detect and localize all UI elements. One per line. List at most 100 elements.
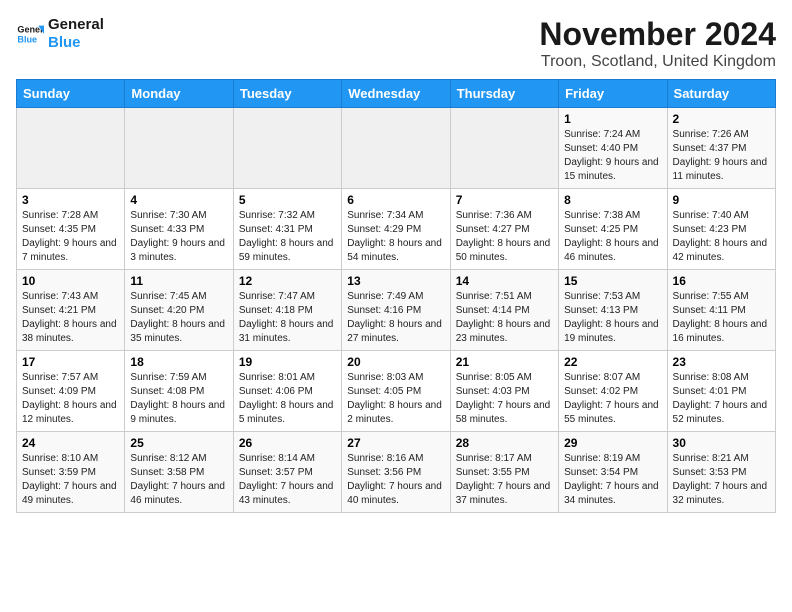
day-number: 21: [456, 355, 553, 369]
week-row-1: 1Sunrise: 7:24 AMSunset: 4:40 PMDaylight…: [17, 108, 776, 189]
day-cell: 4 Sunrise: 7:30 AMSunset: 4:33 PMDaylight…: [125, 189, 233, 270]
week-row-3: 10 Sunrise: 7:43 AMSunset: 4:21 PMDayligh…: [17, 270, 776, 351]
day-cell: 12 Sunrise: 7:47 AMSunset: 4:18 PMDayligh…: [233, 270, 341, 351]
weekday-header-monday: Monday: [125, 80, 233, 108]
day-number: 27: [347, 436, 444, 450]
day-info: Sunrise: 7:51 AMSunset: 4:14 PMDaylight:…: [456, 290, 553, 346]
day-info: Sunrise: 7:26 AMSunset: 4:37 PMDaylight:…: [673, 128, 770, 184]
day-cell: 24Sunrise: 8:10 AMSunset: 3:59 PMDayligh…: [17, 432, 125, 513]
day-info: Sunrise: 8:12 AMSunset: 3:58 PMDaylight:…: [130, 452, 227, 508]
day-cell: 8Sunrise: 7:38 AMSunset: 4:25 PMDaylight…: [559, 189, 667, 270]
weekday-header-friday: Friday: [559, 80, 667, 108]
day-info: Sunrise: 7:36 AMSunset: 4:27 PMDaylight:…: [456, 209, 553, 265]
day-cell: 26 Sunrise: 8:14 AMSunset: 3:57 PMDayligh…: [233, 432, 341, 513]
day-number: 5: [239, 193, 336, 207]
day-info: Sunrise: 7:47 AMSunset: 4:18 PMDaylight:…: [239, 290, 336, 346]
weekday-header-saturday: Saturday: [667, 80, 775, 108]
day-number: 16: [673, 274, 770, 288]
day-cell: 9Sunrise: 7:40 AMSunset: 4:23 PMDaylight…: [667, 189, 775, 270]
day-number: 18: [130, 355, 227, 369]
day-cell: 17 Sunrise: 7:57 AMSunset: 4:09 PMDayligh…: [17, 351, 125, 432]
day-cell: [450, 108, 558, 189]
day-info: Sunrise: 8:07 AMSunset: 4:02 PMDaylight:…: [564, 371, 661, 427]
logo-general: General: [48, 16, 104, 33]
day-cell: 28 Sunrise: 8:17 AMSunset: 3:55 PMDayligh…: [450, 432, 558, 513]
day-number: 12: [239, 274, 336, 288]
day-info: Sunrise: 8:01 AMSunset: 4:06 PMDaylight:…: [239, 371, 336, 427]
title-block: November 2024 Troon, Scotland, United Ki…: [539, 16, 776, 71]
day-number: 28: [456, 436, 553, 450]
location-title: Troon, Scotland, United Kingdom: [539, 53, 776, 71]
day-info: Sunrise: 7:30 AMSunset: 4:33 PMDaylight:…: [130, 209, 227, 265]
day-info: Sunrise: 8:17 AMSunset: 3:55 PMDaylight:…: [456, 452, 553, 508]
logo: General Blue General Blue: [16, 16, 104, 52]
day-number: 25: [130, 436, 227, 450]
day-info: Sunrise: 8:21 AMSunset: 3:53 PMDaylight:…: [673, 452, 770, 508]
day-info: Sunrise: 8:03 AMSunset: 4:05 PMDaylight:…: [347, 371, 444, 427]
weekday-header-thursday: Thursday: [450, 80, 558, 108]
day-number: 22: [564, 355, 661, 369]
day-cell: [342, 108, 450, 189]
day-number: 26: [239, 436, 336, 450]
day-cell: 23Sunrise: 8:08 AMSunset: 4:01 PMDayligh…: [667, 351, 775, 432]
day-cell: 10 Sunrise: 7:43 AMSunset: 4:21 PMDayligh…: [17, 270, 125, 351]
day-number: 20: [347, 355, 444, 369]
day-info: Sunrise: 7:57 AMSunset: 4:09 PMDaylight:…: [22, 371, 119, 427]
day-cell: 29 Sunrise: 8:19 AMSunset: 3:54 PMDayligh…: [559, 432, 667, 513]
calendar-table: SundayMondayTuesdayWednesdayThursdayFrid…: [16, 79, 776, 513]
day-cell: 18 Sunrise: 7:59 AMSunset: 4:08 PMDayligh…: [125, 351, 233, 432]
day-info: Sunrise: 7:43 AMSunset: 4:21 PMDaylight:…: [22, 290, 119, 346]
day-cell: 19Sunrise: 8:01 AMSunset: 4:06 PMDayligh…: [233, 351, 341, 432]
day-number: 6: [347, 193, 444, 207]
day-info: Sunrise: 7:32 AMSunset: 4:31 PMDaylight:…: [239, 209, 336, 265]
header: General Blue General Blue November 2024 …: [16, 16, 776, 71]
day-cell: 11Sunrise: 7:45 AMSunset: 4:20 PMDayligh…: [125, 270, 233, 351]
day-number: 23: [673, 355, 770, 369]
day-info: Sunrise: 8:19 AMSunset: 3:54 PMDaylight:…: [564, 452, 661, 508]
day-info: Sunrise: 7:53 AMSunset: 4:13 PMDaylight:…: [564, 290, 661, 346]
logo-blue: Blue: [48, 34, 81, 51]
day-number: 13: [347, 274, 444, 288]
day-cell: 7 Sunrise: 7:36 AMSunset: 4:27 PMDaylight…: [450, 189, 558, 270]
day-number: 9: [673, 193, 770, 207]
day-cell: [233, 108, 341, 189]
day-cell: 16 Sunrise: 7:55 AMSunset: 4:11 PMDayligh…: [667, 270, 775, 351]
day-cell: 14 Sunrise: 7:51 AMSunset: 4:14 PMDayligh…: [450, 270, 558, 351]
day-number: 8: [564, 193, 661, 207]
day-cell: 3 Sunrise: 7:28 AMSunset: 4:35 PMDaylight…: [17, 189, 125, 270]
day-number: 10: [22, 274, 119, 288]
day-info: Sunrise: 8:10 AMSunset: 3:59 PMDaylight:…: [22, 452, 119, 508]
day-number: 29: [564, 436, 661, 450]
day-number: 3: [22, 193, 119, 207]
day-info: Sunrise: 8:16 AMSunset: 3:56 PMDaylight:…: [347, 452, 444, 508]
day-number: 17: [22, 355, 119, 369]
week-row-5: 24Sunrise: 8:10 AMSunset: 3:59 PMDayligh…: [17, 432, 776, 513]
day-number: 7: [456, 193, 553, 207]
day-info: Sunrise: 8:14 AMSunset: 3:57 PMDaylight:…: [239, 452, 336, 508]
month-title: November 2024: [539, 16, 776, 53]
weekday-header-row: SundayMondayTuesdayWednesdayThursdayFrid…: [17, 80, 776, 108]
day-cell: 27 Sunrise: 8:16 AMSunset: 3:56 PMDayligh…: [342, 432, 450, 513]
day-cell: 25 Sunrise: 8:12 AMSunset: 3:58 PMDayligh…: [125, 432, 233, 513]
day-info: Sunrise: 7:55 AMSunset: 4:11 PMDaylight:…: [673, 290, 770, 346]
day-info: Sunrise: 7:24 AMSunset: 4:40 PMDaylight:…: [564, 128, 661, 184]
day-info: Sunrise: 7:59 AMSunset: 4:08 PMDaylight:…: [130, 371, 227, 427]
day-cell: 13Sunrise: 7:49 AMSunset: 4:16 PMDayligh…: [342, 270, 450, 351]
day-info: Sunrise: 8:05 AMSunset: 4:03 PMDaylight:…: [456, 371, 553, 427]
day-cell: [125, 108, 233, 189]
day-number: 15: [564, 274, 661, 288]
day-info: Sunrise: 7:34 AMSunset: 4:29 PMDaylight:…: [347, 209, 444, 265]
day-number: 4: [130, 193, 227, 207]
day-cell: 21 Sunrise: 8:05 AMSunset: 4:03 PMDayligh…: [450, 351, 558, 432]
day-cell: [17, 108, 125, 189]
day-cell: 2 Sunrise: 7:26 AMSunset: 4:37 PMDaylight…: [667, 108, 775, 189]
week-row-2: 3 Sunrise: 7:28 AMSunset: 4:35 PMDaylight…: [17, 189, 776, 270]
day-cell: 15 Sunrise: 7:53 AMSunset: 4:13 PMDayligh…: [559, 270, 667, 351]
day-number: 2: [673, 112, 770, 126]
day-info: Sunrise: 7:28 AMSunset: 4:35 PMDaylight:…: [22, 209, 119, 265]
day-cell: 22 Sunrise: 8:07 AMSunset: 4:02 PMDayligh…: [559, 351, 667, 432]
weekday-header-tuesday: Tuesday: [233, 80, 341, 108]
day-number: 14: [456, 274, 553, 288]
week-row-4: 17 Sunrise: 7:57 AMSunset: 4:09 PMDayligh…: [17, 351, 776, 432]
day-number: 30: [673, 436, 770, 450]
